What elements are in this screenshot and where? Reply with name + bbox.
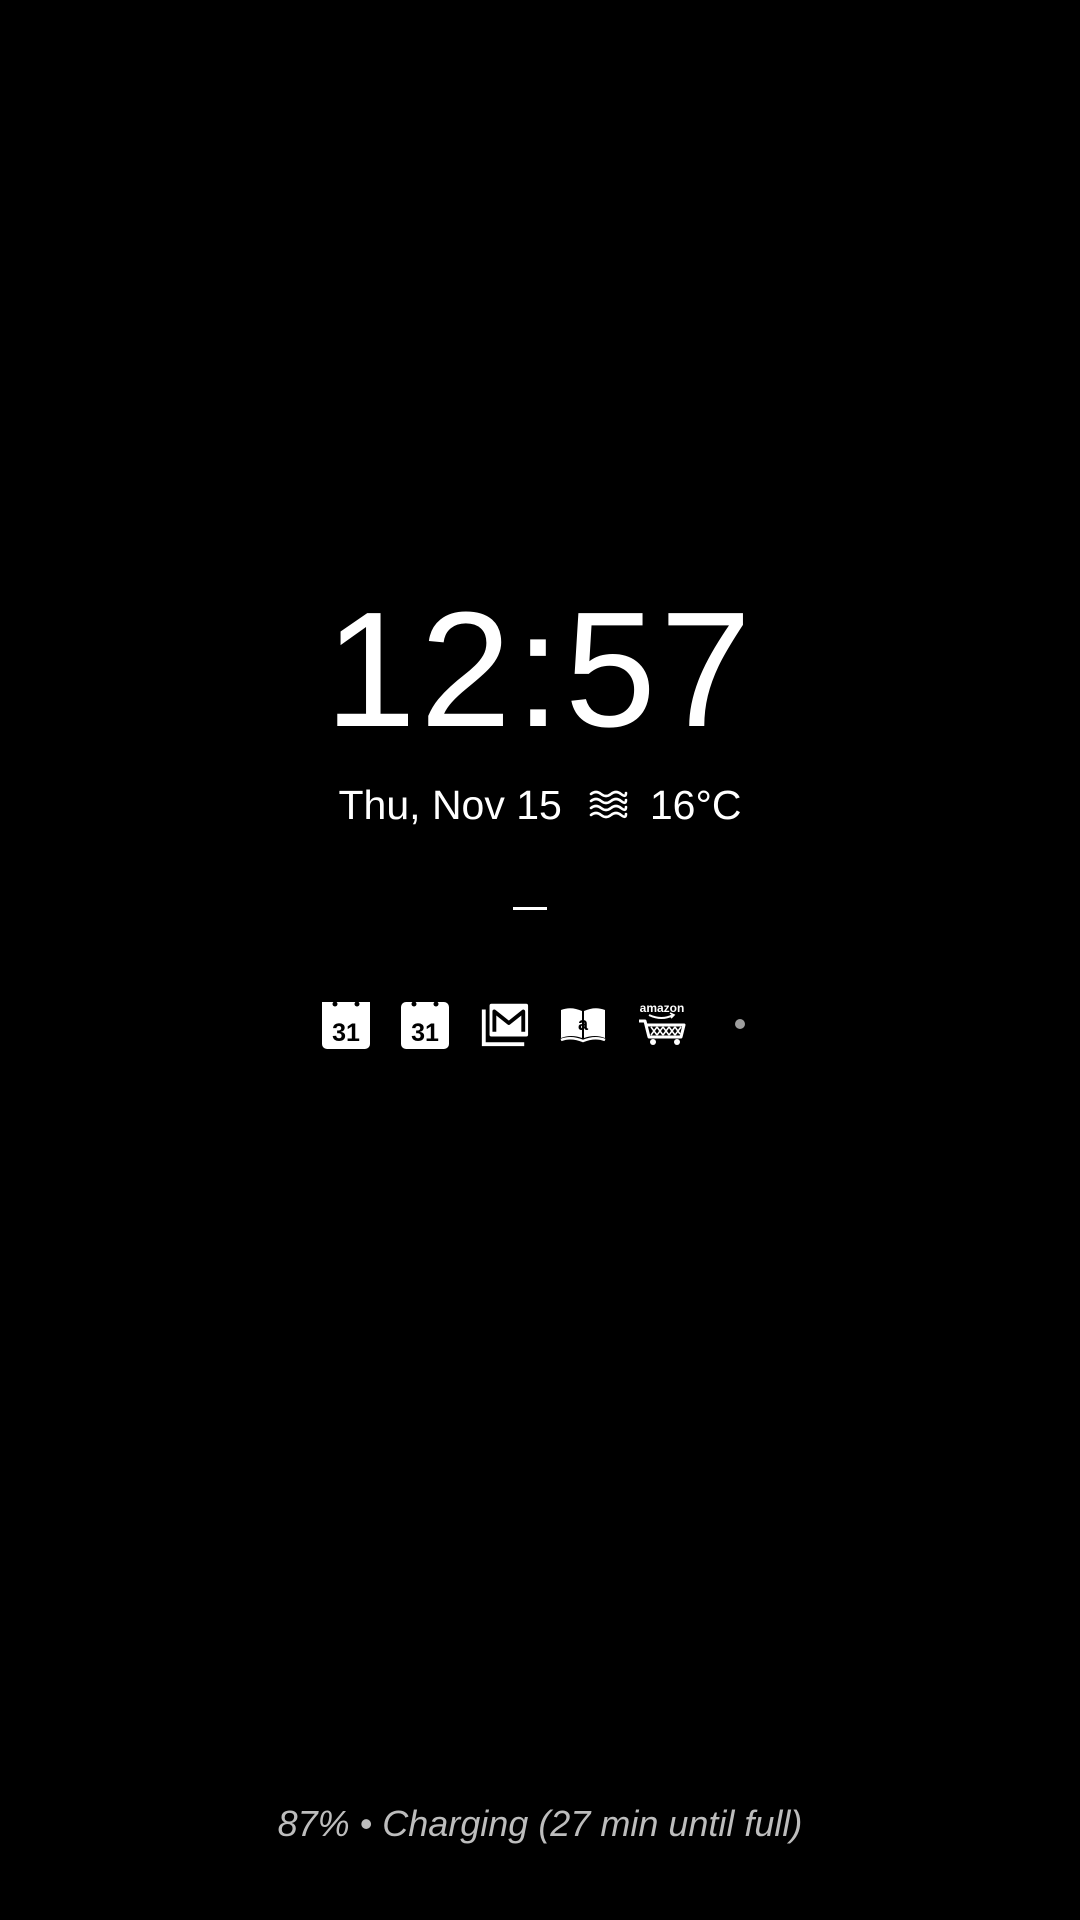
- haze-icon: [588, 788, 628, 822]
- gmail-icon[interactable]: [478, 998, 530, 1050]
- charging-status: 87% • Charging (27 min until full): [277, 1803, 803, 1844]
- amazon-wordmark: amazon: [640, 1001, 685, 1015]
- date-weather-row: Thu, Nov 15 16°C: [0, 775, 1080, 835]
- date-label: Thu, Nov 15: [338, 781, 562, 828]
- more-notifications-dot: [735, 1019, 745, 1029]
- clock-time: 12:57: [324, 578, 756, 761]
- notification-icons-row: 31 31 a amazon: [320, 998, 745, 1050]
- amazon-kindle-icon[interactable]: a: [557, 998, 609, 1050]
- calendar-day-label: 31: [332, 1019, 360, 1047]
- divider: [513, 907, 547, 910]
- temperature-label: 16°C: [649, 781, 742, 828]
- calendar-icon[interactable]: 31: [399, 998, 451, 1050]
- amazon-shopping-icon[interactable]: amazon: [636, 998, 688, 1050]
- ambient-lock-screen: 12:57 Thu, Nov 15 16°C 31 31 a amazon 87…: [0, 0, 1080, 1920]
- calendar-icon[interactable]: 31: [320, 998, 372, 1050]
- kindle-letter: a: [578, 1014, 589, 1034]
- calendar-day-label: 31: [411, 1019, 439, 1047]
